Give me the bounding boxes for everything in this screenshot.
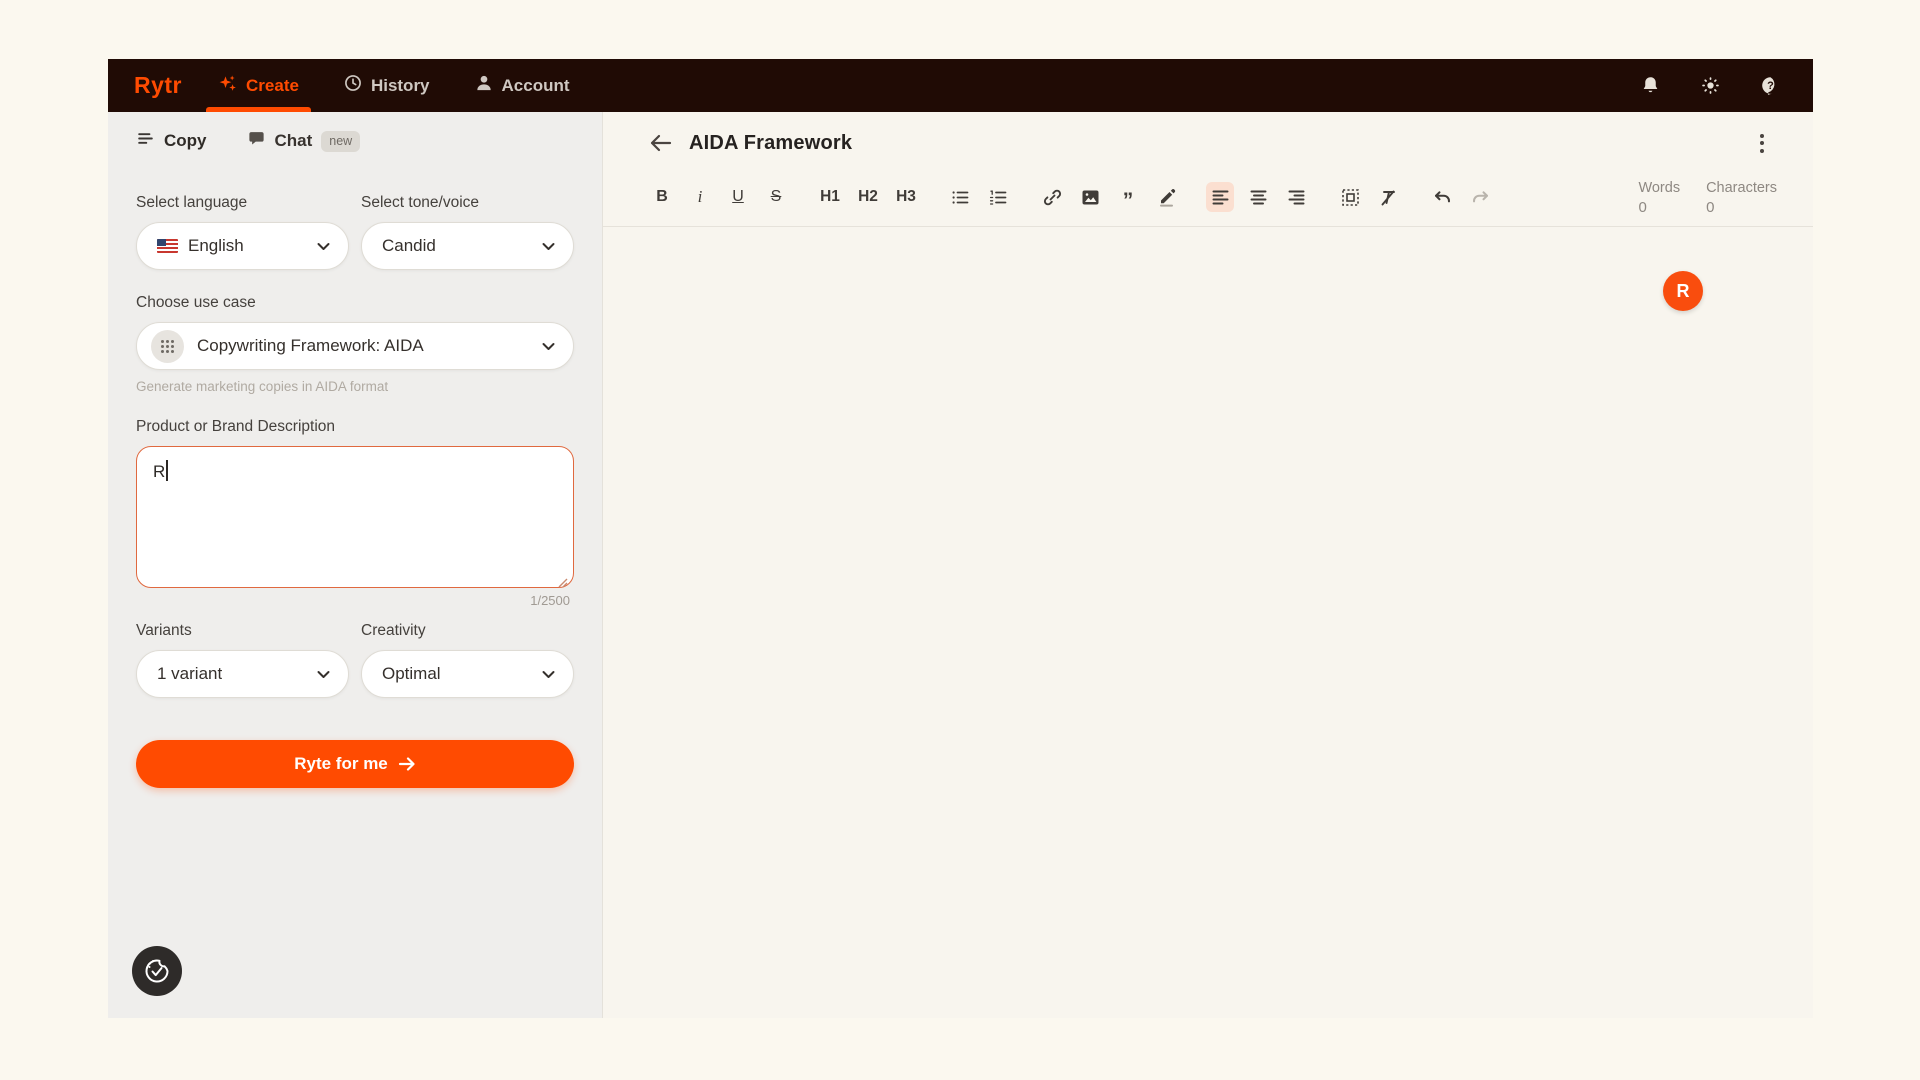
resize-handle[interactable]	[558, 573, 568, 583]
nav-items: Create History Account	[218, 59, 570, 112]
nav-history-label: History	[371, 76, 430, 96]
h2-button[interactable]: H2	[854, 182, 882, 212]
document-stats: Words 0 Characters 0	[1638, 178, 1777, 216]
bell-icon[interactable]	[1640, 75, 1661, 96]
tone-label: Select tone/voice	[361, 194, 574, 212]
strikethrough-button[interactable]: S	[762, 182, 790, 212]
chevron-down-icon	[317, 242, 330, 251]
help-icon[interactable]: ?	[1760, 75, 1781, 96]
history-icon	[343, 73, 363, 98]
italic-button[interactable]: i	[686, 182, 714, 212]
tab-chat[interactable]: Chat new	[247, 129, 361, 153]
tone-select[interactable]: Candid	[361, 222, 574, 270]
usecase-select[interactable]: Copywriting Framework: AIDA	[136, 322, 574, 370]
sidebar: Copy Chat new Select language	[108, 112, 603, 1018]
chevron-down-icon	[317, 670, 330, 679]
words-label: Words	[1638, 180, 1680, 196]
variants-label: Variants	[136, 622, 349, 640]
align-center-button[interactable]	[1244, 182, 1272, 212]
usecase-value: Copywriting Framework: AIDA	[197, 336, 424, 356]
link-button[interactable]	[1038, 182, 1066, 212]
document-title: AIDA Framework	[689, 132, 852, 155]
ryte-for-me-button[interactable]: Ryte for me	[136, 740, 574, 788]
characters-label: Characters	[1706, 180, 1777, 196]
align-right-button[interactable]	[1282, 182, 1310, 212]
arrow-right-icon	[398, 756, 416, 772]
copy-tab-icon	[136, 129, 155, 153]
top-navbar: Rytr Create History Account	[108, 59, 1813, 112]
h1-button[interactable]: H1	[816, 182, 844, 212]
cta-label: Ryte for me	[294, 754, 388, 774]
tab-copy[interactable]: Copy	[136, 129, 207, 153]
undo-button[interactable]	[1428, 182, 1456, 212]
sparkle-icon	[218, 73, 238, 98]
align-left-button[interactable]	[1206, 182, 1234, 212]
clear-format-button[interactable]	[1374, 182, 1402, 212]
language-value: English	[188, 236, 244, 256]
nav-create-label: Create	[246, 76, 299, 96]
chat-icon	[247, 129, 266, 153]
variants-select[interactable]: 1 variant	[136, 650, 349, 698]
kebab-menu-icon[interactable]	[1749, 130, 1775, 156]
usecase-label: Choose use case	[136, 294, 574, 312]
tone-value: Candid	[382, 236, 436, 256]
cookie-consent-button[interactable]	[132, 946, 182, 996]
sidebar-tabs: Copy Chat new	[108, 112, 602, 170]
rytr-assistant-avatar[interactable]: R	[1663, 271, 1703, 311]
nav-account-label: Account	[502, 76, 570, 96]
editor-canvas[interactable]: R	[603, 227, 1813, 1018]
creativity-label: Creativity	[361, 622, 574, 640]
back-arrow-icon[interactable]	[647, 129, 675, 157]
main-content: Copy Chat new Select language	[108, 112, 1813, 1018]
words-value: 0	[1638, 199, 1680, 216]
image-button[interactable]	[1076, 182, 1104, 212]
editor-panel: AIDA Framework B i U S H1 H2 H3	[603, 112, 1813, 1018]
description-value: R	[153, 462, 165, 481]
account-icon	[474, 73, 494, 98]
editor-toolbar: B i U S H1 H2 H3	[603, 174, 1813, 227]
cookie-icon	[142, 956, 172, 986]
theme-icon[interactable]	[1700, 75, 1721, 96]
characters-value: 0	[1706, 199, 1777, 216]
chevron-down-icon	[542, 670, 555, 679]
redo-button[interactable]	[1466, 182, 1494, 212]
language-label: Select language	[136, 194, 349, 212]
description-label: Product or Brand Description	[136, 418, 574, 436]
tab-chat-label: Chat	[275, 131, 313, 151]
language-select[interactable]: English	[136, 222, 349, 270]
tab-copy-label: Copy	[164, 131, 207, 151]
svg-text:?: ?	[1767, 80, 1774, 92]
generator-form: Select language English Select t	[108, 170, 602, 788]
nav-account[interactable]: Account	[474, 59, 570, 112]
rytr-logo[interactable]: Rytr	[134, 59, 182, 112]
description-input[interactable]: R	[136, 446, 574, 588]
highlight-pen-button[interactable]	[1152, 182, 1180, 212]
nav-history[interactable]: History	[343, 59, 430, 112]
bold-button[interactable]: B	[648, 182, 676, 212]
creativity-select[interactable]: Optimal	[361, 650, 574, 698]
text-caret	[166, 460, 168, 481]
variants-value: 1 variant	[157, 664, 222, 684]
select-all-button[interactable]	[1336, 182, 1364, 212]
chevron-down-icon	[542, 342, 555, 351]
us-flag-icon	[157, 239, 178, 253]
editor-header: AIDA Framework	[603, 112, 1813, 174]
chevron-down-icon	[542, 242, 555, 251]
nav-create[interactable]: Create	[218, 59, 299, 112]
underline-button[interactable]: U	[724, 182, 752, 212]
usecase-helper: Generate marketing copies in AIDA format	[136, 379, 574, 394]
blockquote-button[interactable]: ”	[1114, 182, 1142, 212]
creativity-value: Optimal	[382, 664, 441, 684]
h3-button[interactable]: H3	[892, 182, 920, 212]
usecase-grid-icon	[151, 330, 184, 363]
ordered-list-button[interactable]	[984, 182, 1012, 212]
char-counter: 1/2500	[136, 593, 574, 608]
navbar-actions: ?	[1640, 59, 1813, 112]
chat-new-badge: new	[321, 131, 360, 152]
bullet-list-button[interactable]	[946, 182, 974, 212]
app-window: Rytr Create History Account	[108, 59, 1813, 1018]
